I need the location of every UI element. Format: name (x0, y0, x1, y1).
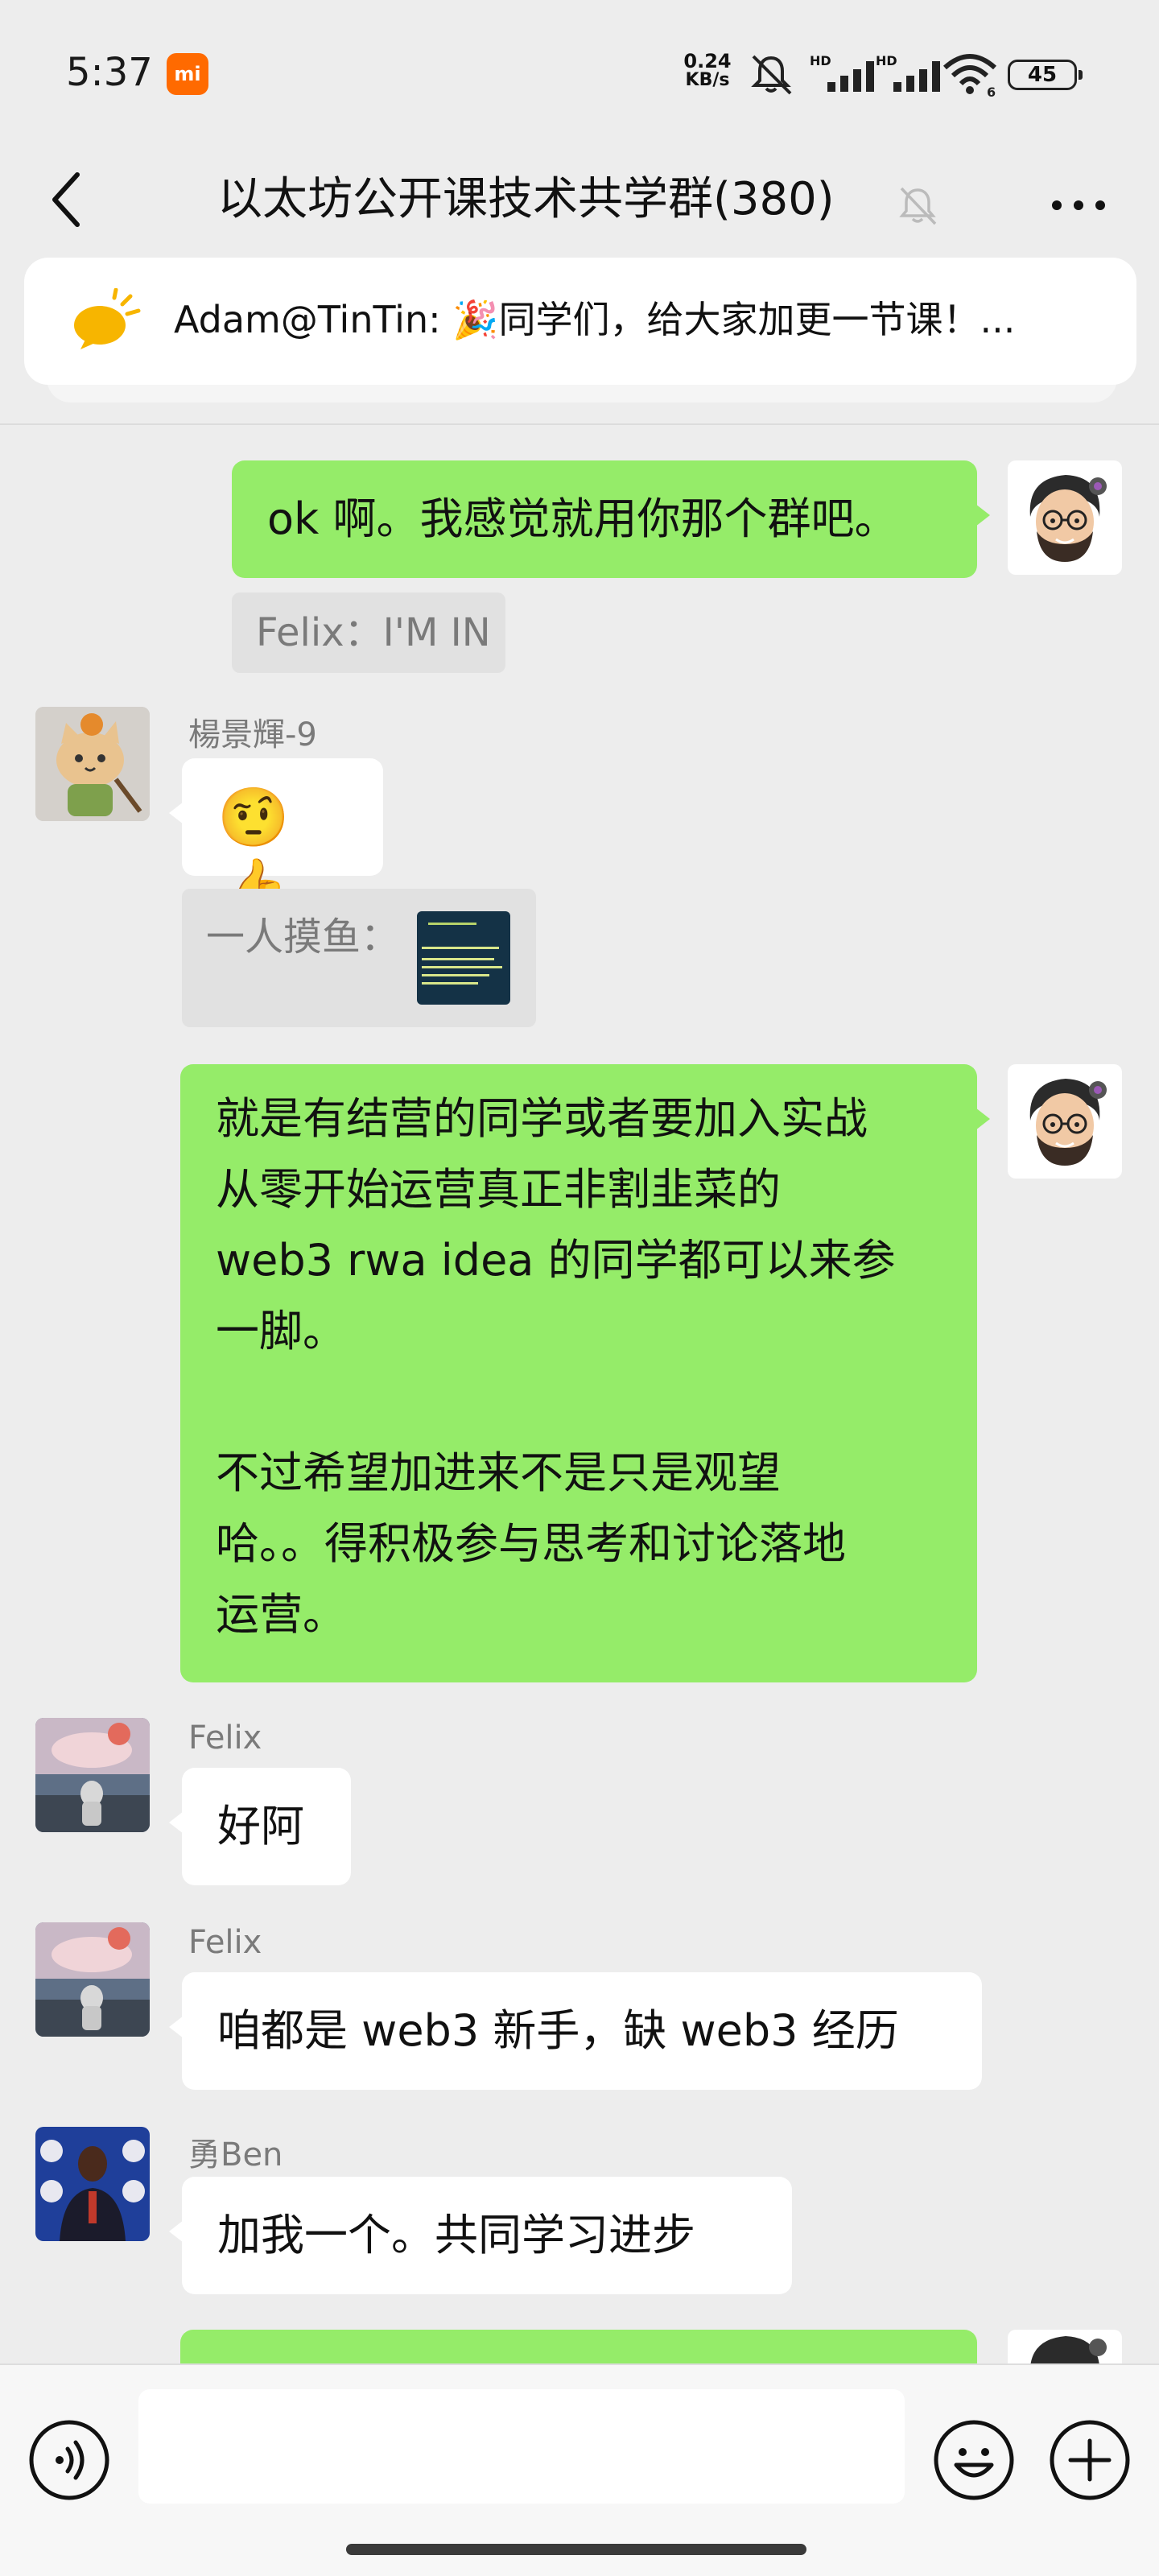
bell-off-icon (899, 187, 937, 225)
memoji-avatar-icon (1029, 1079, 1107, 1166)
sender-name: Felix (188, 1719, 262, 1757)
astronaut-photo-avatar-icon (35, 1922, 150, 2037)
message-bubble-mine[interactable]: ok 啊。我感觉就用你那个群吧。 (232, 460, 990, 578)
announcement-divider (0, 423, 1159, 425)
quoted-message[interactable]: Felix：I'M IN (232, 592, 505, 673)
avatar-me-partial[interactable] (1008, 2330, 1122, 2363)
code-screenshot-thumbnail-icon (422, 923, 502, 985)
memoji-avatar-icon (1030, 2336, 1107, 2363)
home-indicator[interactable] (346, 2544, 806, 2555)
avatar-yang[interactable] (35, 707, 150, 821)
sender-name: 楊景輝-9 (188, 716, 317, 753)
quoted-thumbnail-image (417, 911, 510, 1005)
megaphone-icon (74, 288, 141, 349)
message-bubble-other[interactable]: 好阿 (169, 1768, 351, 1885)
sender-name: Felix (188, 1924, 262, 1961)
status-bar: 5:37 mi 0.24 KB/s HD HD 6 45 (0, 0, 1159, 145)
battery-icon: 45 (1008, 60, 1083, 90)
avatar-felix[interactable] (35, 1922, 150, 2037)
sender-name: 勇Ben (188, 2136, 283, 2174)
message-bubble-mine[interactable]: 就是有结营的同学或者要加入实战 从零开始运营真正非割韭菜的 web3 rwa i… (180, 1064, 990, 1682)
avatar-ben[interactable] (35, 2127, 150, 2241)
chat-header: 以太坊公开课技术共学群(380) (0, 145, 1159, 258)
emoji-icon[interactable] (932, 2418, 1016, 2502)
back-button[interactable] (42, 159, 90, 240)
wifi-subscript: 6 (987, 85, 996, 98)
silent-mode-icon (751, 55, 792, 95)
message-bubble-other[interactable]: 🤨👍 (169, 758, 383, 922)
message-bubble-other[interactable]: 加我一个。共同学习进步 (169, 2177, 792, 2294)
chat-title: 以太坊公开课技术共学群(380) (217, 173, 835, 225)
avatar-me[interactable] (1008, 1064, 1122, 1179)
group-announcement[interactable]: Adam@TinTin: 🎉同学们，给大家加更一节课！... (24, 258, 1136, 385)
announcement-text: Adam@TinTin: 🎉同学们，给大家加更一节课！... (174, 298, 1016, 341)
quoted-image-message[interactable]: 一人摸鱼： (182, 889, 536, 1027)
voice-icon[interactable] (27, 2418, 111, 2502)
avatar-me[interactable] (1008, 460, 1122, 575)
chevron-left-icon (52, 172, 80, 227)
message-bubble-mine-partial[interactable] (180, 2330, 977, 2363)
person-photo-avatar-icon (35, 2127, 150, 2241)
mi-notification-icon: mi (167, 53, 208, 95)
status-time: 5:37 (66, 50, 153, 95)
wifi-icon: 6 (942, 54, 997, 98)
avatar-felix[interactable] (35, 1718, 150, 1832)
cat-sticker-avatar-icon (35, 707, 150, 821)
message-bubble-other[interactable]: 咱都是 web3 新手，缺 web3 经历 (169, 1972, 982, 2090)
network-speed-value: 0.24 (683, 50, 732, 72)
plus-icon[interactable] (1048, 2418, 1132, 2502)
more-button[interactable] (1042, 169, 1115, 242)
message-input[interactable] (138, 2389, 905, 2504)
network-speed: 0.24 KB/s (678, 52, 737, 90)
astronaut-photo-avatar-icon (35, 1718, 150, 1832)
more-dots-icon (1052, 200, 1105, 210)
quoted-sender: 一人摸鱼： (206, 914, 400, 960)
memoji-avatar-icon (1029, 475, 1107, 562)
network-speed-unit: KB/s (685, 70, 730, 90)
